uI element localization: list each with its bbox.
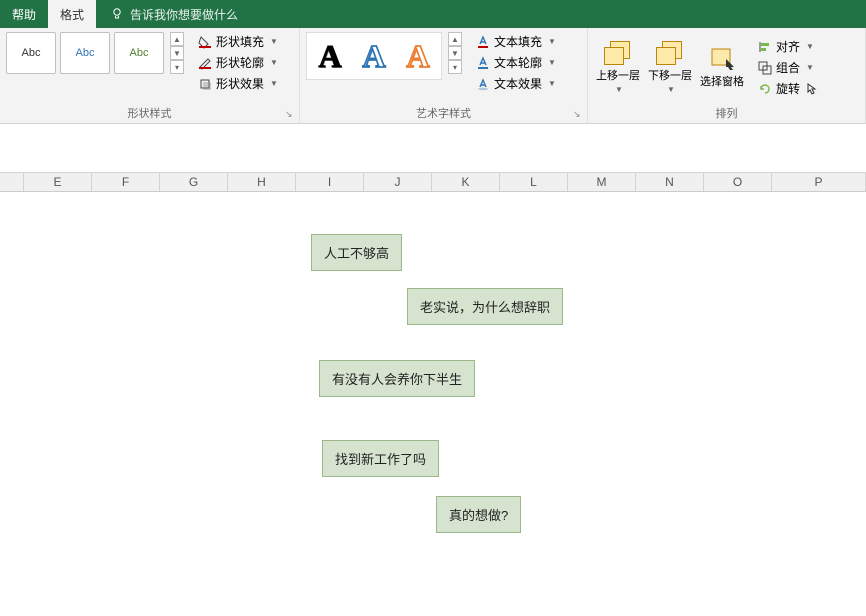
chevron-down-icon: ▼: [548, 79, 556, 88]
group-label-arrange: 排列: [594, 103, 859, 123]
menu-format[interactable]: 格式: [48, 0, 96, 28]
shape-fill-button[interactable]: 形状填充 ▼: [194, 32, 282, 51]
rotate-button[interactable]: 旋转: [754, 79, 824, 98]
bring-forward-button[interactable]: 上移一层 ▼: [594, 39, 642, 96]
ribbon: Abc Abc Abc ▲ ▼ ▾ 形状填充 ▼: [0, 28, 866, 124]
chevron-down-icon: ▼: [548, 58, 556, 67]
send-backward-label: 下移一层: [648, 67, 692, 83]
text-fill-button[interactable]: 文本填充 ▼: [472, 32, 560, 51]
column-header[interactable]: N: [636, 173, 704, 191]
text-effects-icon: [476, 77, 490, 91]
chevron-down-icon: ▼: [667, 85, 675, 94]
text-fill-icon: [476, 35, 490, 49]
text-box-shape[interactable]: 老实说，为什么想辞职: [407, 288, 563, 325]
group-label-shape-styles: 形状样式: [6, 103, 293, 123]
column-header[interactable]: M: [568, 173, 636, 191]
dialog-launcher-icon[interactable]: ↘: [573, 109, 585, 121]
shape-effects-label: 形状效果: [216, 75, 264, 92]
column-header[interactable]: L: [500, 173, 568, 191]
text-outline-label: 文本轮廓: [494, 54, 542, 71]
chevron-down-icon: ▼: [548, 37, 556, 46]
text-fill-label: 文本填充: [494, 33, 542, 50]
column-header[interactable]: J: [364, 173, 432, 191]
wordart-gallery-nav: ▲ ▼ ▾: [448, 32, 462, 74]
chevron-down-icon: ▼: [806, 63, 814, 72]
lightbulb-icon: [110, 7, 124, 21]
align-label: 对齐: [776, 38, 800, 55]
send-backward-icon: [654, 41, 686, 65]
selection-pane-icon: [706, 47, 738, 71]
shape-style-preset-3[interactable]: Abc: [114, 32, 164, 74]
cursor-icon: [806, 82, 820, 96]
column-header[interactable]: H: [228, 173, 296, 191]
menu-help[interactable]: 帮助: [0, 0, 48, 28]
column-header[interactable]: I: [296, 173, 364, 191]
group-label: 组合: [776, 59, 800, 76]
column-header[interactable]: P: [772, 173, 866, 191]
chevron-down-icon: ▼: [270, 79, 278, 88]
gallery-more-icon[interactable]: ▾: [448, 60, 462, 74]
wordart-preset-3[interactable]: A: [396, 34, 440, 78]
shape-style-preset-2[interactable]: Abc: [60, 32, 110, 74]
gallery-down-icon[interactable]: ▼: [448, 46, 462, 60]
group-button[interactable]: 组合 ▼: [754, 58, 824, 77]
rotate-label: 旋转: [776, 80, 800, 97]
worksheet-grid[interactable]: 人工不够高老实说，为什么想辞职有没有人会养你下半生找到新工作了吗真的想做?: [0, 192, 866, 612]
shape-style-gallery-nav: ▲ ▼ ▾: [170, 32, 184, 74]
text-outline-icon: [476, 56, 490, 70]
column-header[interactable]: O: [704, 173, 772, 191]
menubar: 帮助 格式 告诉我你想要做什么: [0, 0, 866, 28]
column-header[interactable]: G: [160, 173, 228, 191]
column-header-row: E F G H I J K L M N O P: [0, 172, 866, 192]
rotate-icon: [758, 82, 772, 96]
chevron-down-icon: ▼: [806, 42, 814, 51]
gallery-up-icon[interactable]: ▲: [170, 32, 184, 46]
column-header[interactable]: E: [24, 173, 92, 191]
chevron-down-icon: ▼: [615, 85, 623, 94]
text-effects-label: 文本效果: [494, 75, 542, 92]
shape-outline-label: 形状轮廓: [216, 54, 264, 71]
align-icon: [758, 40, 772, 54]
chevron-down-icon: ▼: [270, 37, 278, 46]
shape-style-preset-1[interactable]: Abc: [6, 32, 56, 74]
selection-pane-label: 选择窗格: [700, 73, 744, 89]
text-outline-button[interactable]: 文本轮廓 ▼: [472, 53, 560, 72]
ribbon-group-arrange: 上移一层 ▼ 下移一层 ▼ 选择窗格 对齐 ▼: [588, 28, 866, 123]
group-label-wordart-styles: 艺术字样式: [306, 103, 581, 123]
effects-icon: [198, 77, 212, 91]
selection-pane-button[interactable]: 选择窗格: [698, 45, 746, 91]
gallery-down-icon[interactable]: ▼: [170, 46, 184, 60]
shape-outline-button[interactable]: 形状轮廓 ▼: [194, 53, 282, 72]
column-header[interactable]: F: [92, 173, 160, 191]
pen-icon: [198, 56, 212, 70]
column-header[interactable]: K: [432, 173, 500, 191]
formula-bar-area: [0, 124, 866, 172]
text-box-shape[interactable]: 人工不够高: [311, 234, 402, 271]
shape-fill-label: 形状填充: [216, 33, 264, 50]
tell-me-input[interactable]: 告诉我你想要做什么: [130, 6, 238, 23]
text-box-shape[interactable]: 真的想做?: [436, 496, 521, 533]
text-effects-button[interactable]: 文本效果 ▼: [472, 74, 560, 93]
wordart-preset-2[interactable]: A: [352, 34, 396, 78]
send-backward-button[interactable]: 下移一层 ▼: [646, 39, 694, 96]
text-box-shape[interactable]: 有没有人会养你下半生: [319, 360, 475, 397]
paint-bucket-icon: [198, 35, 212, 49]
ribbon-group-wordart-styles: A A A ▲ ▼ ▾ 文本填充 ▼: [300, 28, 588, 123]
dialog-launcher-icon[interactable]: ↘: [285, 109, 297, 121]
text-box-shape[interactable]: 找到新工作了吗: [322, 440, 439, 477]
align-button[interactable]: 对齐 ▼: [754, 37, 824, 56]
bring-forward-label: 上移一层: [596, 67, 640, 83]
ribbon-group-shape-styles: Abc Abc Abc ▲ ▼ ▾ 形状填充 ▼: [0, 28, 300, 123]
chevron-down-icon: ▼: [270, 58, 278, 67]
group-icon: [758, 61, 772, 75]
shape-effects-button[interactable]: 形状效果 ▼: [194, 74, 282, 93]
column-header-gutter: [0, 173, 24, 191]
wordart-preset-1[interactable]: A: [308, 34, 352, 78]
gallery-up-icon[interactable]: ▲: [448, 32, 462, 46]
gallery-more-icon[interactable]: ▾: [170, 60, 184, 74]
bring-forward-icon: [602, 41, 634, 65]
